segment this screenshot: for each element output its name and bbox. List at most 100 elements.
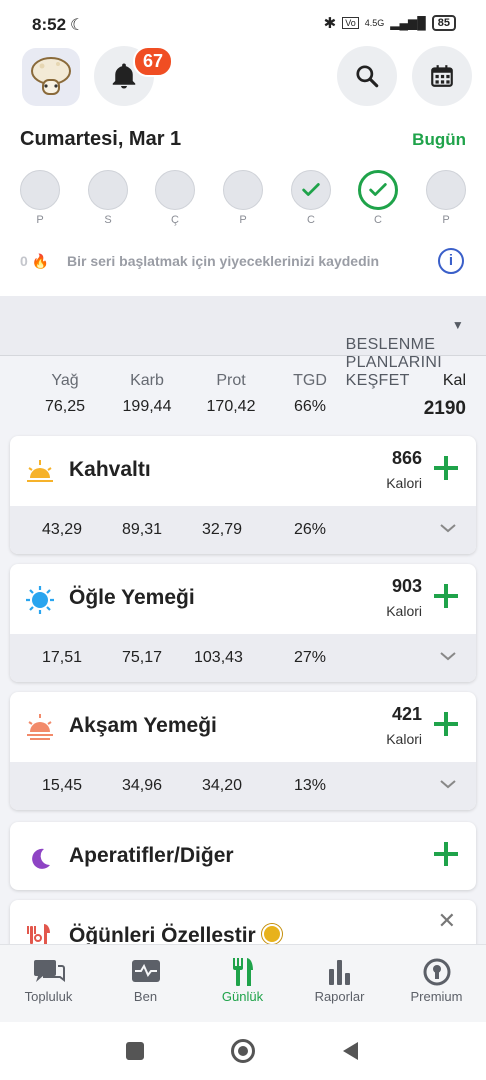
status-time: 8:52 [32,15,67,34]
day-item[interactable]: P [20,170,60,226]
chevron-down-icon [440,524,456,533]
add-food-button[interactable] [432,840,460,868]
tab-label: Premium [410,989,463,1004]
tab-label: Topluluk [24,989,73,1004]
calendar-button[interactable] [412,46,472,106]
battery-indicator: 85 [431,15,456,31]
tab-community[interactable]: Topluluk [0,955,97,1004]
streak-row: 0 🔥 Bir seri başlatmak için yiyeceklerin… [20,253,379,270]
meal-card-breakfast[interactable]: Kahvaltı 866 Kalori 43,29 89,31 32,79 26% [10,436,476,554]
volte-icon: Vo [342,17,359,29]
heart-monitor-icon [131,960,160,982]
search-icon [356,65,379,88]
moon-icon [32,848,50,869]
status-icons: ✱ Vo 4.5G ▂▄▆█ 85 [324,14,456,32]
streak-count: 0 🔥 [20,253,50,269]
meal-card-lunch[interactable]: Öğle Yemeği 903 Kalori 17,51 75,17 103,43… [10,564,476,682]
meal-macros[interactable]: 17,51 75,17 103,43 27% [10,634,476,682]
explore-plans-button[interactable]: BESLENME PLANLARINI KEŞFET ▼ [0,296,486,389]
add-food-button[interactable] [432,454,460,482]
mushroom-avatar-icon [31,57,71,95]
day-label: S [104,214,112,226]
day-label: C [374,214,382,226]
tab-label: Ben [133,989,158,1004]
status-bar: 8:52 ☾ ✱ Vo 4.5G ▂▄▆█ 85 [0,0,486,46]
day-item[interactable]: S [88,170,128,226]
tab-reports[interactable]: Raporlar [291,955,388,1004]
meal-name: Kahvaltı [69,458,151,481]
recent-apps-button[interactable] [126,1042,144,1060]
day-label: P [36,214,44,226]
meal-calories: 866 Kalori [386,448,422,491]
day-circle [358,170,398,210]
day-item[interactable]: C [291,170,331,226]
current-date: Cumartesi, Mar 1 [20,128,182,150]
day-circle [291,170,331,210]
sunset-icon [27,714,53,740]
day-label: P [239,214,247,226]
check-icon [369,183,387,196]
today-button[interactable]: Bugün [412,130,466,150]
day-circle [426,170,466,210]
add-food-button[interactable] [432,582,460,610]
chevron-down-icon [440,652,456,661]
meal-name: Öğle Yemeği [69,586,195,609]
fat-total: Yağ 76,25 [44,372,86,415]
flame-icon: 🔥 [31,253,50,269]
daily-totals: Yağ 76,25 Karb 199,44 Prot 170,42 TGD 66% Ka… [0,356,486,436]
add-food-button[interactable] [432,710,460,738]
avatar[interactable] [22,48,80,106]
diary-header: 67 Cumartesi, Mar 1 Bugün P S Ç P C C P … [0,46,486,296]
day-label: P [442,214,450,226]
meal-calories: 421 Kalori [386,704,422,747]
notification-count-badge: 67 [133,46,174,77]
meal-macros[interactable]: 43,29 89,31 32,79 26% [10,506,476,554]
day-item[interactable]: Ç [155,170,195,226]
meal-name: Aperatifler/Diğer [69,844,234,867]
streak-text: Bir seri başlatmak için yiyeceklerinizi … [67,253,380,269]
premium-lock-icon [262,924,282,944]
day-circle [88,170,128,210]
carb-total: Karb 199,44 [122,372,172,415]
meal-calories: 903 Kalori [386,576,422,619]
do-not-disturb-icon: ☾ [70,17,85,34]
signal-icon: ▂▄▆█ [390,16,426,30]
network-type: 4.5G [364,18,385,28]
meal-card-dinner[interactable]: Akşam Yemeği 421 Kalori 15,45 34,96 34,20… [10,692,476,810]
day-circle [155,170,195,210]
day-item-selected[interactable]: C [358,170,398,226]
day-item[interactable]: P [426,170,466,226]
back-button[interactable] [340,1040,360,1062]
info-icon[interactable]: i [438,248,464,274]
day-circle [20,170,60,210]
tab-label: Günlük [221,989,264,1004]
tab-label: Raporlar [314,989,365,1004]
meal-macros[interactable]: 15,45 34,96 34,20 13% [10,762,476,810]
search-button[interactable] [337,46,397,106]
chevron-down-icon [440,780,456,789]
day-circle [223,170,263,210]
tab-premium[interactable]: Premium [388,955,485,1004]
tab-daily[interactable]: Günlük [194,955,291,1004]
chat-bubbles-icon [33,960,65,982]
chevron-down-icon: ▼ [451,318,464,332]
sunrise-icon [27,460,53,482]
tab-me[interactable]: Ben [97,955,194,1004]
day-label: Ç [171,214,179,226]
bluetooth-icon: ✱ [323,15,337,32]
bottom-navigation: Topluluk Ben Günlük Raporlar Premium [0,944,486,1022]
system-navigation [0,1022,486,1080]
home-button[interactable] [231,1039,255,1063]
meal-card-snacks[interactable]: Aperatifler/Diğer [10,822,476,890]
day-item[interactable]: P [223,170,263,226]
week-strip: P S Ç P C C P [20,170,470,230]
kcal-total: Kal 2190 [423,372,466,419]
close-icon[interactable]: ✕ [438,908,456,934]
prot-total: Prot 170,42 [206,372,256,415]
premium-badge-icon [423,958,450,986]
tgd-total: TGD 66% [293,372,327,415]
bar-chart-icon [328,960,350,985]
calendar-icon [431,65,453,87]
sun-icon [26,586,54,614]
fork-knife-icon [232,958,253,986]
